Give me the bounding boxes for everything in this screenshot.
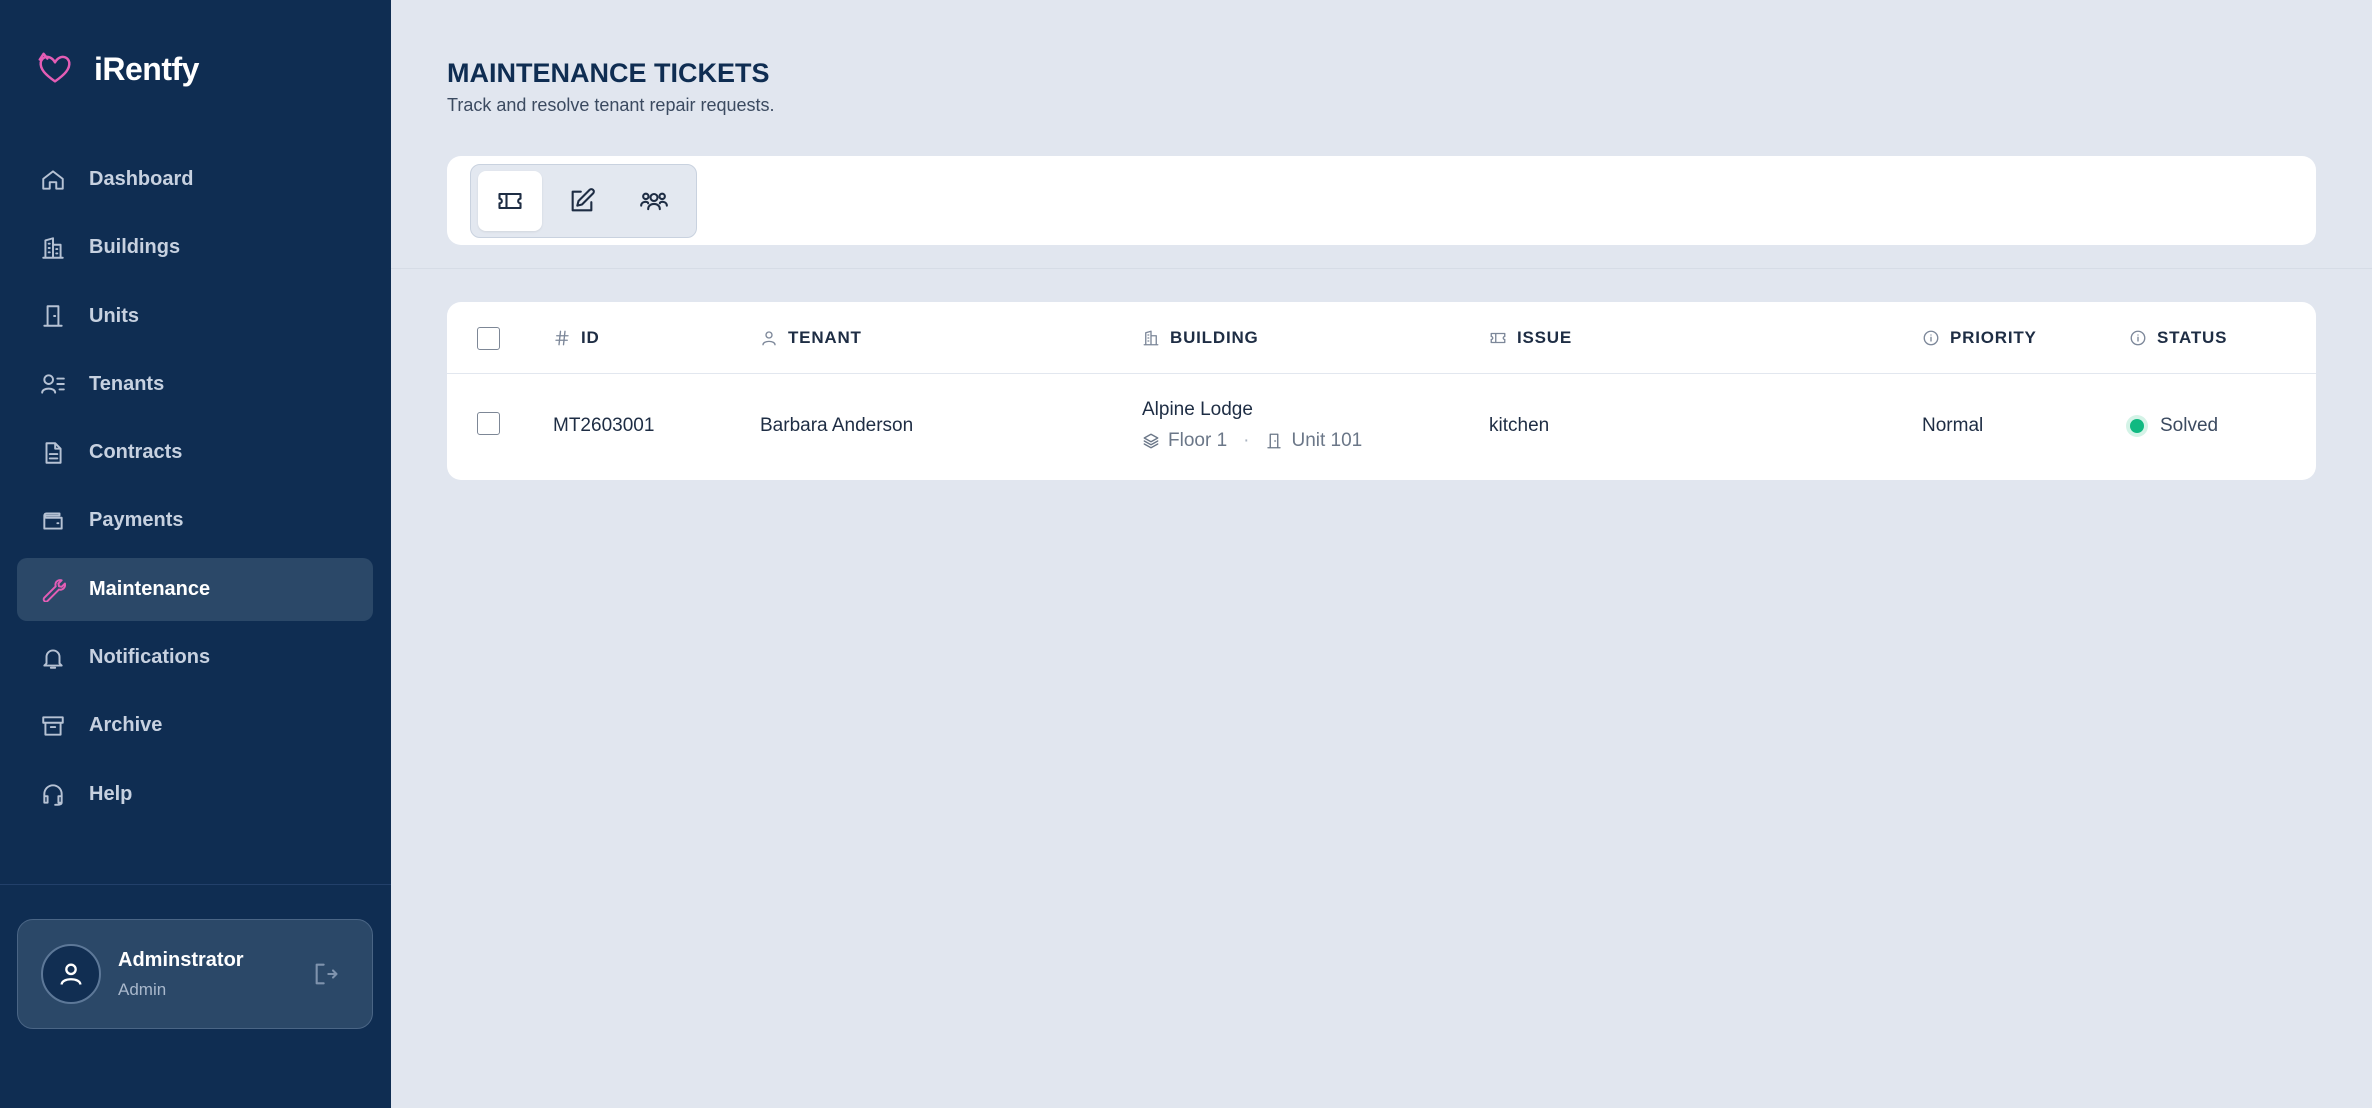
- door-icon: [39, 302, 67, 330]
- sidebar-item-label: Tenants: [89, 372, 165, 395]
- sidebar-item-contracts[interactable]: Contracts: [17, 421, 373, 484]
- users-icon: [640, 192, 668, 211]
- separator-dot: ·: [1243, 430, 1250, 451]
- edit-view-button[interactable]: [550, 171, 614, 231]
- sidebar-item-dashboard[interactable]: Dashboard: [17, 148, 373, 211]
- column-label: PRIORITY: [1950, 328, 2037, 347]
- sidebar-item-label: Help: [89, 782, 133, 805]
- column-header-tenant[interactable]: TENANT: [760, 302, 862, 374]
- sidebar-item-notifications[interactable]: Notifications: [17, 626, 373, 689]
- view-switcher: [470, 164, 697, 238]
- table-header: ID TENANT BUILDING ISSUE PRIORITY STATUS: [447, 302, 2316, 374]
- column-label: BUILDING: [1170, 328, 1259, 347]
- column-label: TENANT: [788, 328, 862, 347]
- heart-logo-icon: [38, 52, 71, 83]
- row-checkbox[interactable]: [477, 412, 500, 435]
- building-location: Floor 1 · Unit 101: [1142, 430, 1362, 452]
- status-badge: Solved: [2130, 415, 2218, 437]
- team-view-button[interactable]: [622, 171, 686, 231]
- layers-icon: [1143, 433, 1159, 449]
- logout-icon[interactable]: [312, 960, 340, 988]
- column-header-issue[interactable]: ISSUE: [1489, 302, 1572, 374]
- status-dot: [2130, 419, 2144, 433]
- user-info: Adminstrator Admin: [118, 949, 244, 1000]
- sidebar-item-tenants[interactable]: Tenants: [17, 353, 373, 416]
- sidebar-item-help[interactable]: Help: [17, 763, 373, 826]
- floor-label: Floor 1: [1168, 430, 1228, 451]
- sidebar-item-buildings[interactable]: Buildings: [17, 216, 373, 279]
- user-icon: [60, 963, 82, 985]
- sidebar-item-payments[interactable]: Payments: [17, 489, 373, 552]
- archive-icon: [39, 712, 67, 740]
- bell-icon: [39, 644, 67, 672]
- sidebar-item-label: Payments: [89, 509, 184, 532]
- sidebar-item-label: Buildings: [89, 236, 181, 259]
- document-icon: [39, 439, 67, 467]
- sidebar: iRentfy Dashboard Buildings Units Tenant…: [0, 0, 391, 1108]
- priority-text: Normal: [1922, 415, 1984, 436]
- select-all-cell: [477, 302, 500, 374]
- page-subtitle: Track and resolve tenant repair requests…: [447, 95, 775, 115]
- user-role: Admin: [118, 979, 167, 999]
- sidebar-item-label: Archive: [89, 714, 163, 737]
- column-header-building[interactable]: BUILDING: [1142, 302, 1259, 374]
- edit-icon: [571, 188, 595, 212]
- toolbar: [447, 156, 2316, 245]
- user-name: Adminstrator: [118, 948, 244, 971]
- info-icon: [1923, 330, 1939, 346]
- unit-label: Unit 101: [1291, 430, 1363, 451]
- info-icon: [2130, 330, 2146, 346]
- hash-icon: [555, 330, 569, 346]
- ticket-icon: [498, 192, 522, 210]
- page-title: MAINTENANCE TICKETS: [447, 58, 770, 88]
- column-label: STATUS: [2157, 328, 2228, 347]
- table-row[interactable]: MT2603001 Barbara Anderson Alpine Lodge …: [447, 375, 2316, 480]
- door-icon: [1267, 433, 1282, 449]
- sidebar-item-archive[interactable]: Archive: [17, 694, 373, 757]
- brand[interactable]: iRentfy: [36, 50, 199, 88]
- sidebar-nav: Dashboard Buildings Units Tenants Contra…: [17, 148, 373, 831]
- column-header-id[interactable]: ID: [553, 302, 600, 374]
- buildings-icon: [39, 234, 67, 262]
- wrench-icon: [39, 575, 67, 603]
- avatar: [41, 944, 101, 1004]
- sidebar-item-label: Maintenance: [89, 577, 211, 600]
- select-all-checkbox[interactable]: [477, 326, 500, 350]
- issue-text: kitchen: [1489, 415, 1550, 436]
- building-cell: Alpine Lodge Floor 1 · Unit 101: [1142, 399, 1362, 452]
- app-name: iRentfy: [94, 50, 199, 87]
- column-header-status[interactable]: STATUS: [2129, 302, 2227, 374]
- sidebar-item-label: Dashboard: [89, 168, 194, 190]
- status-text: Solved: [2160, 415, 2219, 436]
- sidebar-item-units[interactable]: Units: [17, 285, 373, 348]
- sidebar-item-maintenance[interactable]: Maintenance: [17, 557, 373, 621]
- wallet-icon: [39, 507, 67, 535]
- column-label: ISSUE: [1517, 328, 1573, 347]
- section-divider: [391, 268, 2372, 269]
- tickets-view-button[interactable]: [478, 171, 542, 231]
- sidebar-item-label: Contracts: [89, 441, 183, 464]
- user-card[interactable]: Adminstrator Admin: [17, 919, 373, 1029]
- sidebar-item-label: Notifications: [89, 646, 211, 669]
- buildings-icon: [1143, 330, 1159, 346]
- ticket-icon: [1490, 332, 1506, 344]
- sidebar-item-label: Units: [89, 304, 139, 327]
- tickets-table: ID TENANT BUILDING ISSUE PRIORITY STATUS…: [447, 302, 2316, 480]
- building-name: Alpine Lodge: [1142, 399, 1253, 420]
- tenant-name: Barbara Anderson: [760, 415, 914, 436]
- tenants-icon: [39, 370, 67, 398]
- home-icon: [39, 166, 67, 194]
- column-label: ID: [581, 328, 600, 347]
- ticket-id: MT2603001: [553, 415, 655, 436]
- sidebar-divider: [0, 884, 391, 885]
- column-header-priority[interactable]: PRIORITY: [1922, 302, 2037, 374]
- headset-icon: [39, 780, 67, 808]
- user-icon: [762, 331, 776, 346]
